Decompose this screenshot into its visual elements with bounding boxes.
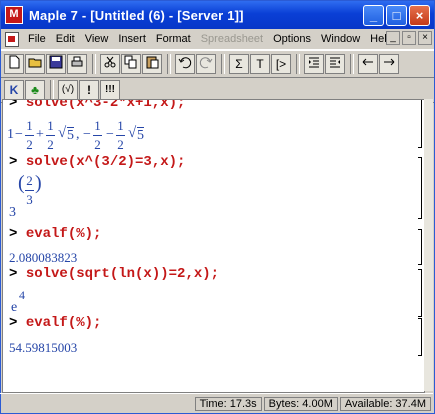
output-1-term-one: 1 [7,127,14,142]
cut-icon[interactable] [100,54,120,74]
execution-group-bracket[interactable] [418,269,422,317]
execute-all-icon[interactable]: !!! [100,80,120,100]
sigma-icon[interactable]: Σ [229,54,249,74]
document-icon[interactable] [5,31,19,47]
output-1-comma: , [76,127,80,142]
window-title: Maple 7 - [Untitled (6) - [Server 1]] [29,7,244,23]
output-1-minus-3: − [106,127,114,142]
input-command-2[interactable]: solve(x^(3/2)=3,x); [26,154,186,170]
menu-file[interactable]: File [23,33,51,45]
menu-format[interactable]: Format [151,33,196,45]
prompt-icon[interactable]: [> [271,54,291,74]
main-toolbar: Σ T [> [1,50,434,78]
menu-edit[interactable]: Edit [51,33,80,45]
input-line-4[interactable]: > solve(sqrt(ln(x))=2,x); [9,266,219,282]
output-4-base: e [11,300,18,315]
menu-options[interactable]: Options [268,33,316,45]
toolbar-separator [167,54,171,74]
execution-group-bracket[interactable] [418,318,422,356]
input-line-2[interactable]: > solve(x^(3/2)=3,x); [9,154,185,170]
stop-icon[interactable]: K [4,80,24,100]
execution-group-bracket[interactable] [418,100,422,148]
prompt-symbol: > [9,266,18,282]
execution-group-bracket[interactable] [418,229,422,265]
paste-icon[interactable] [142,54,162,74]
output-4-exponent: 4 [19,288,25,302]
output-1-fraction-d: 1 2 [116,118,125,152]
output-1-sqrt: √ [58,125,67,141]
new-icon[interactable] [4,54,24,74]
input-command-3[interactable]: evalf(%); [26,226,102,242]
minimize-button[interactable]: _ [363,4,384,26]
doc-minimize-button[interactable]: _ [386,31,400,45]
output-1-minus: − [15,127,23,142]
open-icon[interactable] [25,54,45,74]
copy-icon[interactable] [121,54,141,74]
title-bar[interactable]: M Maple 7 - [Untitled (6) - [Server 1]] … [1,1,434,29]
toolbar-separator [92,54,96,74]
input-command-4[interactable]: solve(sqrt(ln(x))=2,x); [26,266,219,282]
output-1-fraction-b: 1 2 [46,118,55,152]
doc-restore-button[interactable]: ▫ [402,31,416,45]
output-1-sqrt-2: √ [128,125,137,141]
prompt-symbol: > [9,99,18,111]
output-2-paren-open: ( [18,172,25,194]
output-1-radicand-2: 5 [137,127,144,143]
redo-icon[interactable] [196,54,216,74]
execution-group-bracket[interactable] [418,157,422,219]
maple-app-icon[interactable]: M [5,6,23,24]
save-icon[interactable] [46,54,66,74]
forward-icon[interactable] [379,54,399,74]
doc-close-button[interactable]: × [418,31,432,45]
output-1-radicand: 5 [67,127,74,143]
menu-insert[interactable]: Insert [113,33,151,45]
status-time: Time: 17.3s [194,396,262,411]
input-command-5[interactable]: evalf(%); [26,315,102,331]
undo-icon[interactable] [175,54,195,74]
maple-leaf-icon[interactable]: ♣ [25,80,45,100]
check-syntax-icon[interactable]: (√) [58,80,78,100]
close-button[interactable]: × [409,4,430,26]
prompt-symbol: > [9,315,18,331]
back-icon[interactable] [358,54,378,74]
output-5: 54.59815003 [9,340,78,355]
output-1-fraction-c: 1 2 [93,118,102,152]
output-1-plus: + [36,127,44,142]
toolbar-separator [350,54,354,74]
output-2-base: 3 [9,205,16,220]
output-1-minus-2: − [83,127,91,142]
vertical-scrollbar[interactable] [424,99,433,391]
menu-bar: File Edit View Insert Format Spreadsheet… [1,29,434,50]
prompt-symbol: > [9,154,18,170]
toolbar-separator [50,80,54,100]
toolbar-separator [221,54,225,74]
worksheet[interactable]: > solve(x^3-2*x+1,x); 1 − 1 2 + 1 2 √ 5 … [2,99,425,393]
text-icon[interactable]: T [250,54,270,74]
execute-icon[interactable]: ! [79,80,99,100]
output-2-exponent: 2 3 [25,173,34,207]
input-line-1[interactable]: > solve(x^3-2*x+1,x); [9,99,186,111]
output-3: 2.080083823 [9,250,78,265]
print-icon[interactable] [67,54,87,74]
input-command-1[interactable]: solve(x^3-2*x+1,x); [26,100,186,111]
menu-view[interactable]: View [80,33,114,45]
toolbar-separator [296,54,300,74]
status-bar: Time: 17.3s Bytes: 4.00M Available: 37.4… [0,393,433,413]
indent-icon[interactable] [304,54,324,74]
status-bytes: Bytes: 4.00M [263,396,338,411]
menu-window[interactable]: Window [316,33,365,45]
status-available: Available: 37.4M [339,396,431,411]
output-1-fraction-a: 1 2 [25,118,34,152]
menu-spreadsheet[interactable]: Spreadsheet [196,33,268,45]
prompt-symbol: > [9,226,18,242]
outdent-icon[interactable] [325,54,345,74]
output-2-paren-close: ) [35,172,42,194]
input-line-3[interactable]: > evalf(%); [9,226,101,242]
input-line-5[interactable]: > evalf(%); [9,315,101,331]
maximize-button[interactable]: □ [386,4,407,26]
